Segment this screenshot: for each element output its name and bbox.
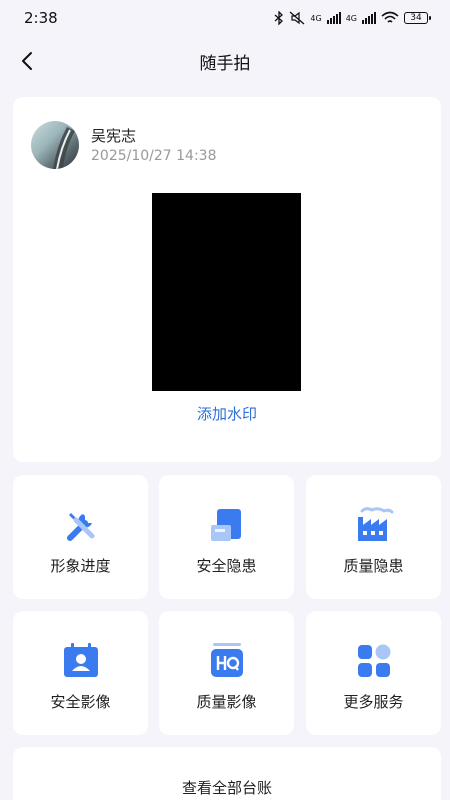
bluetooth-icon — [274, 11, 284, 25]
chevron-left-icon — [22, 52, 32, 70]
tile-label: 质量影像 — [196, 693, 257, 711]
network-type-2: 4G — [345, 13, 357, 23]
tile-more-services[interactable]: 更多服务 — [306, 611, 441, 735]
id-card-icon — [61, 641, 101, 681]
tile-label: 质量隐患 — [343, 557, 404, 575]
factory-icon — [354, 505, 394, 545]
tile-safety-images[interactable]: 安全影像 — [13, 611, 148, 735]
battery-icon: 34 — [404, 12, 431, 24]
tile-quality-hazard[interactable]: 质量隐患 — [306, 475, 441, 599]
add-watermark-link[interactable]: 添加水印 — [13, 403, 441, 424]
user-name: 吴宪志 — [91, 127, 137, 145]
tools-icon — [61, 505, 101, 545]
tile-label: 更多服务 — [343, 693, 404, 711]
ledger-label: 查看全部台账 — [181, 779, 272, 797]
avatar-image-icon — [53, 127, 75, 169]
captured-photo[interactable] — [152, 193, 301, 391]
status-bar: 2:38 4G 4G 34 — [0, 0, 450, 36]
back-button[interactable] — [14, 48, 40, 74]
hq-icon — [207, 641, 247, 681]
wifi-icon — [381, 11, 399, 23]
tile-label: 形象进度 — [50, 557, 111, 575]
tile-label: 安全隐患 — [196, 557, 257, 575]
avatar[interactable] — [31, 121, 79, 169]
status-time: 2:38 — [24, 9, 58, 27]
tile-label: 安全影像 — [50, 693, 111, 711]
apps-icon — [354, 641, 394, 681]
mute-icon — [289, 11, 305, 25]
signal-icon-2 — [362, 12, 376, 24]
tile-safety-hazard[interactable]: 安全隐患 — [159, 475, 294, 599]
view-all-ledger-button[interactable]: 查看全部台账 — [13, 747, 441, 800]
tile-quality-images[interactable]: 质量影像 — [159, 611, 294, 735]
network-type-1: 4G — [310, 13, 322, 23]
status-icons: 4G 4G 34 — [274, 11, 431, 25]
battery-level: 34 — [410, 12, 422, 23]
nav-bar: 随手拍 — [0, 36, 450, 86]
signal-icon-1 — [326, 12, 341, 24]
tile-progress[interactable]: 形象进度 — [13, 475, 148, 599]
photo-card: 吴宪志 2025/10/27 14:38 添加水印 — [13, 97, 441, 462]
safety-hazard-icon — [207, 505, 247, 545]
page-title: 随手拍 — [199, 53, 251, 74]
post-timestamp: 2025/10/27 14:38 — [91, 148, 217, 164]
